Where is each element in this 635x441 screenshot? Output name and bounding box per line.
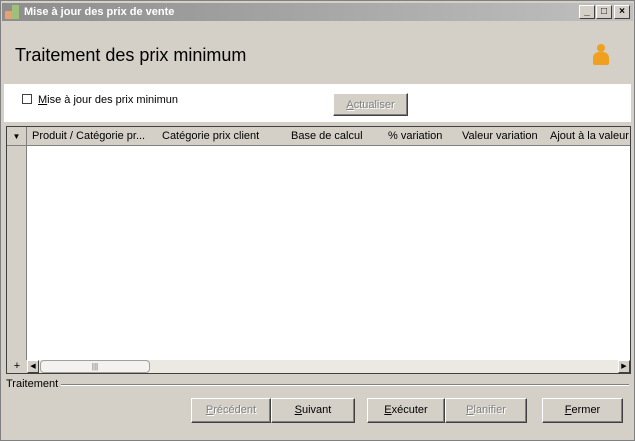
grid-header: ▼ Produit / Catégorie pr... Catégorie pr…	[7, 127, 630, 146]
window-title: Mise à jour des prix de vente	[24, 6, 175, 18]
schedule-button[interactable]: Planifier	[445, 398, 527, 423]
next-button[interactable]: Suivant	[271, 398, 355, 423]
update-min-price-label[interactable]: Mise à jour des prix minimun	[38, 94, 178, 106]
section-divider	[61, 384, 629, 386]
col-header-value-variation[interactable]: Valeur variation	[462, 127, 547, 145]
col-header-client-category[interactable]: Catégorie prix client	[162, 127, 284, 145]
page-title: Traitement des prix minimum	[15, 45, 247, 65]
close-button[interactable]: Fermer	[542, 398, 623, 423]
col-header-pct-variation[interactable]: % variation	[388, 127, 460, 145]
scroll-left-icon[interactable]: ◀	[27, 360, 39, 373]
refresh-button[interactable]: Actualiser	[333, 93, 408, 116]
col-header-product[interactable]: Produit / Catégorie pr...	[32, 127, 158, 145]
header: Traitement des prix minimum	[2, 22, 633, 84]
update-min-price-checkbox[interactable]	[22, 94, 32, 104]
scroll-thumb[interactable]: |||	[40, 360, 150, 373]
maximize-button[interactable]: □	[596, 5, 612, 19]
close-window-button[interactable]: ×	[614, 5, 630, 19]
execute-button[interactable]: Exécuter	[367, 398, 445, 423]
col-header-calc-base[interactable]: Base de calcul	[291, 127, 383, 145]
row-header-column	[7, 146, 27, 362]
main-window: Mise à jour des prix de vente _ □ × Trai…	[0, 0, 635, 441]
previous-button[interactable]: Précédent	[191, 398, 271, 423]
app-icon	[5, 5, 19, 19]
minimize-button[interactable]: _	[579, 5, 595, 19]
user-icon	[591, 44, 611, 66]
chevron-down-icon[interactable]: ▼	[7, 127, 27, 145]
scroll-right-icon[interactable]: ▶	[618, 360, 630, 373]
title-bar[interactable]: Mise à jour des prix de vente _ □ ×	[2, 3, 633, 21]
price-grid: ▼ Produit / Catégorie pr... Catégorie pr…	[6, 126, 631, 374]
add-row-icon[interactable]: +	[7, 360, 27, 373]
col-header-add-value[interactable]: Ajout à la valeur	[550, 127, 630, 145]
horizontal-scrollbar[interactable]: ◀ ||| ▶	[27, 360, 630, 373]
options-panel: Mise à jour des prix minimun	[4, 84, 631, 122]
section-label: Traitement	[6, 378, 59, 390]
